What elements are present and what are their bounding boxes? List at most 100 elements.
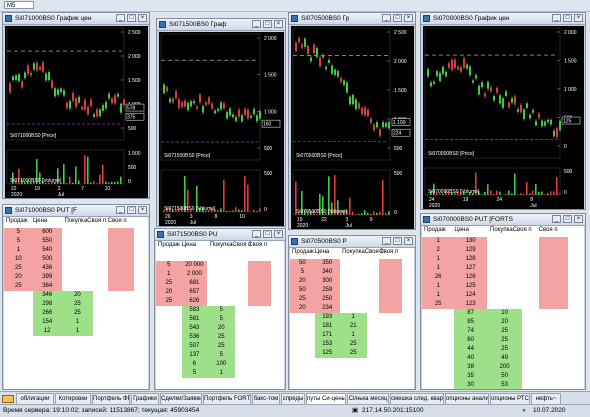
price-cell[interactable]: 583 bbox=[182, 306, 208, 315]
price-cell[interactable]: 384 bbox=[33, 282, 62, 291]
own-order-cell[interactable] bbox=[539, 255, 568, 264]
sell-qty-cell[interactable]: 50 bbox=[290, 259, 315, 268]
sell-qty-cell[interactable]: 1 bbox=[422, 237, 454, 246]
column-header[interactable]: Продаж bbox=[424, 226, 446, 235]
price-cell[interactable]: 399 bbox=[33, 273, 62, 282]
sell-qty-cell[interactable]: 25 bbox=[4, 264, 33, 273]
own-order-cell[interactable] bbox=[379, 259, 401, 268]
own-order-cell[interactable] bbox=[248, 261, 271, 270]
price-cell[interactable]: 543 bbox=[182, 324, 208, 333]
price-cell[interactable]: 436 bbox=[33, 264, 62, 273]
sell-qty-cell[interactable]: 20 bbox=[156, 288, 182, 297]
own-order-cell[interactable] bbox=[108, 246, 134, 255]
maximize-icon[interactable]: □ bbox=[563, 215, 572, 223]
price-cell[interactable]: 38 bbox=[454, 363, 486, 372]
buy-qty-cell[interactable]: 1 bbox=[340, 313, 367, 322]
order-book-window-4[interactable]: Si070000BS0 PUT [FORTS _□× ПродажЦенаПок… bbox=[420, 213, 586, 390]
price-cell[interactable]: 550 bbox=[33, 237, 62, 246]
chart-window-1[interactable]: Si071000BS0 График цен _□× 2 5002 0001 5… bbox=[2, 12, 150, 199]
buy-qty-cell[interactable]: 25 bbox=[62, 300, 94, 309]
workspace-tab[interactable]: облигации bbox=[16, 393, 54, 404]
maximize-icon[interactable]: □ bbox=[393, 237, 402, 245]
close-icon[interactable]: × bbox=[138, 206, 147, 214]
sell-qty-cell[interactable]: 20 bbox=[290, 277, 315, 286]
buy-qty-cell[interactable]: 21 bbox=[340, 322, 367, 331]
own-order-cell[interactable] bbox=[248, 279, 271, 288]
own-order-cell[interactable] bbox=[539, 300, 568, 309]
buy-qty-cell[interactable]: 1 bbox=[340, 331, 367, 340]
price-cell[interactable]: 193 bbox=[315, 313, 340, 322]
buy-qty-cell[interactable]: 10 bbox=[487, 309, 523, 318]
column-header[interactable]: Цена bbox=[182, 241, 196, 250]
close-icon[interactable]: × bbox=[404, 237, 413, 245]
sell-qty-cell[interactable]: 1 bbox=[4, 246, 33, 255]
column-header[interactable]: Своя п bbox=[539, 226, 558, 235]
minimize-icon[interactable]: _ bbox=[382, 14, 391, 22]
price-cell[interactable]: 124 bbox=[454, 291, 486, 300]
price-cell[interactable]: 129 bbox=[454, 246, 486, 255]
sell-qty-cell[interactable]: 1 bbox=[422, 291, 454, 300]
close-icon[interactable]: × bbox=[404, 14, 413, 22]
sell-qty-cell[interactable]: 1 bbox=[422, 264, 454, 273]
price-cell[interactable]: 130 bbox=[454, 237, 486, 246]
column-header[interactable]: ПокупкаСвоя п bbox=[490, 226, 532, 235]
price-chart[interactable]: 2 5002 0001 5001 0005001 100224Si070500B… bbox=[291, 26, 414, 229]
workspace-tab[interactable]: Портфель ФР bbox=[92, 393, 130, 404]
price-cell[interactable]: 40 bbox=[454, 354, 486, 363]
sell-qty-cell[interactable]: 25 bbox=[156, 279, 182, 288]
workspace-tab[interactable]: нефть~ bbox=[531, 393, 561, 404]
price-cell[interactable]: 181 bbox=[315, 322, 340, 331]
buy-qty-cell[interactable]: 25 bbox=[487, 345, 523, 354]
price-cell[interactable]: 12 bbox=[33, 327, 62, 336]
price-cell[interactable]: 500 bbox=[33, 255, 62, 264]
buy-qty-cell[interactable]: 1 bbox=[62, 318, 94, 327]
buy-qty-cell[interactable]: 25 bbox=[207, 342, 235, 351]
own-order-cell[interactable] bbox=[108, 228, 134, 237]
buy-qty-cell[interactable]: 20 bbox=[62, 291, 94, 300]
price-cell[interactable]: 234 bbox=[315, 304, 340, 313]
price-cell[interactable]: 60 bbox=[454, 336, 486, 345]
workspace-tab[interactable]: бакс-том bbox=[252, 393, 280, 404]
chart-window-4[interactable]: Si070000BS0 График цен _□× 2 0001 5001 0… bbox=[420, 12, 586, 210]
order-book-window-1[interactable]: Si071000BS0 PUT [F _□× ПродажЦенаПокупка… bbox=[2, 204, 150, 390]
sell-qty-cell[interactable]: 25 bbox=[290, 295, 315, 304]
price-cell[interactable]: 540 bbox=[33, 246, 62, 255]
price-cell[interactable]: 123 bbox=[454, 300, 486, 309]
buy-qty-cell[interactable]: 5 bbox=[207, 306, 235, 315]
own-order-cell[interactable] bbox=[379, 304, 401, 313]
price-cell[interactable]: 127 bbox=[454, 264, 486, 273]
minimize-icon[interactable]: _ bbox=[552, 215, 561, 223]
maximize-icon[interactable]: □ bbox=[563, 14, 572, 22]
buy-qty-cell[interactable]: 53 bbox=[487, 381, 523, 390]
buy-qty-cell[interactable]: 100 bbox=[207, 360, 235, 369]
sell-qty-cell[interactable]: 1 bbox=[422, 255, 454, 264]
buy-qty-cell[interactable]: 50 bbox=[487, 372, 523, 381]
sell-qty-cell[interactable]: 5 bbox=[4, 237, 33, 246]
sell-qty-cell[interactable]: 25 bbox=[156, 297, 182, 306]
price-cell[interactable]: 350 bbox=[315, 259, 340, 268]
price-cell[interactable]: 2 000 bbox=[182, 270, 208, 279]
price-cell[interactable]: 626 bbox=[182, 297, 208, 306]
buy-qty-cell[interactable]: 20 bbox=[487, 318, 523, 327]
own-order-cell[interactable] bbox=[248, 270, 271, 279]
price-cell[interactable]: 126 bbox=[454, 273, 486, 282]
buy-qty-cell[interactable]: 200 bbox=[487, 363, 523, 372]
workspace-tab[interactable]: смешка след. квартал bbox=[390, 393, 444, 404]
timeframe-select[interactable]: M5 bbox=[4, 1, 34, 9]
minimize-icon[interactable]: _ bbox=[252, 230, 261, 238]
column-header[interactable]: ПокупкаСвоя п bbox=[342, 248, 384, 257]
buy-qty-cell[interactable]: 5 bbox=[207, 351, 235, 360]
buy-qty-cell[interactable]: 20 bbox=[207, 324, 235, 333]
folder-icon[interactable] bbox=[2, 395, 14, 403]
own-order-cell[interactable] bbox=[108, 264, 134, 273]
sell-qty-cell[interactable]: 25 bbox=[422, 300, 454, 309]
own-order-cell[interactable] bbox=[379, 295, 401, 304]
column-header[interactable]: Цена bbox=[315, 248, 329, 257]
price-cell[interactable]: 507 bbox=[182, 342, 208, 351]
close-icon[interactable]: × bbox=[274, 20, 283, 28]
workspace-tab[interactable]: опционы РТС bbox=[490, 393, 530, 404]
price-cell[interactable]: 266 bbox=[33, 309, 62, 318]
workspace-tab[interactable]: Портфель FORTS bbox=[203, 393, 251, 404]
column-header[interactable]: Продаж bbox=[6, 217, 28, 226]
sell-qty-cell[interactable]: 10 bbox=[4, 255, 33, 264]
